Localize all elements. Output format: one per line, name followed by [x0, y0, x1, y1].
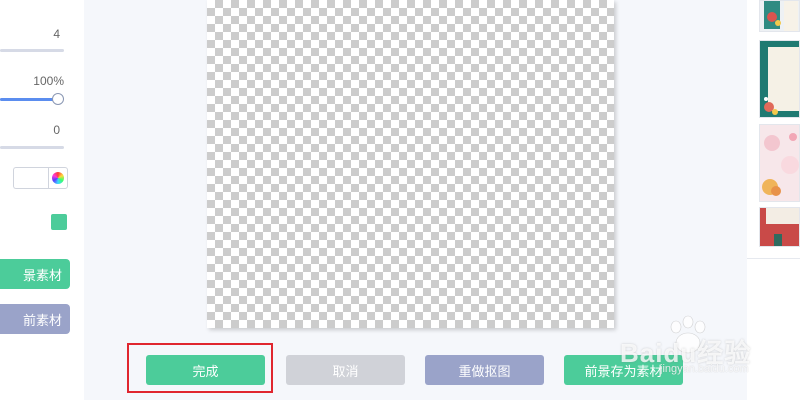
background-material-button[interactable]: 景素材	[0, 259, 70, 289]
thumbnail-1-image	[760, 1, 799, 31]
annotation-highlight-box	[127, 343, 273, 393]
opacity-value: 100%	[33, 74, 64, 88]
thumbnail-3-image	[760, 125, 799, 201]
opacity-slider-fill	[0, 98, 58, 101]
foreground-material-label: 前素材	[22, 312, 62, 328]
thumbnail-3[interactable]	[759, 124, 800, 202]
panel-divider	[747, 258, 800, 259]
thumbnail-2-image	[760, 41, 799, 117]
thumbnail-1[interactable]	[759, 0, 800, 32]
cancel-button[interactable]: 取消	[286, 355, 405, 385]
color-input[interactable]	[13, 167, 48, 189]
background-material-label: 景素材	[22, 267, 62, 283]
cancel-label: 取消	[332, 363, 359, 379]
color-wheel-icon	[52, 172, 64, 184]
thumbnail-2[interactable]	[759, 40, 800, 118]
setting-value-1: 4	[53, 27, 60, 41]
color-picker-button[interactable]	[48, 167, 68, 189]
foreground-material-button[interactable]: 前素材	[0, 304, 70, 334]
color-swatch[interactable]	[51, 214, 67, 230]
material-thumbnail-panel	[747, 0, 800, 400]
watermark-url: jingyan.baidu.com	[660, 363, 749, 375]
slider-3-track[interactable]	[0, 146, 64, 149]
thumbnail-4[interactable]	[759, 207, 800, 247]
redo-cutout-button[interactable]: 重做抠图	[425, 355, 544, 385]
opacity-slider-knob[interactable]	[52, 93, 64, 105]
redo-cutout-label: 重做抠图	[458, 363, 511, 379]
setting-value-3: 0	[53, 123, 60, 137]
slider-1-track[interactable]	[0, 49, 64, 52]
transparent-canvas[interactable]	[207, 0, 614, 328]
left-settings-panel: 4 100% 0 景素材 前素材	[0, 0, 84, 400]
thumbnail-4-image	[760, 208, 799, 246]
